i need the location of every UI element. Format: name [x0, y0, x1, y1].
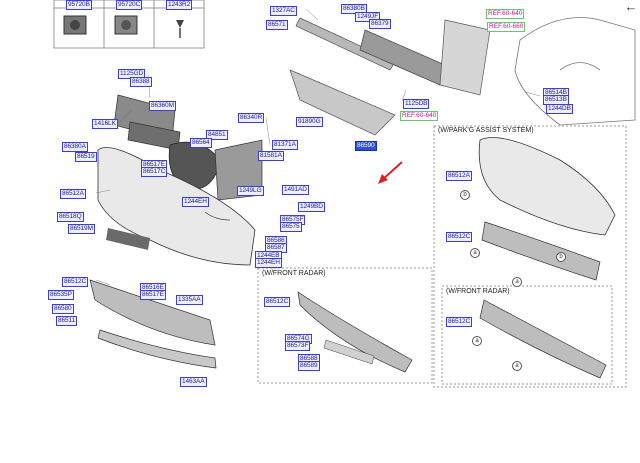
label-1463aa[interactable]: 1463AA [180, 377, 207, 387]
table-label-95720c[interactable]: 95720C [116, 0, 143, 10]
section-title-parking-assist: (W/PARK'G ASSIST SYSTEM) [438, 127, 534, 134]
ref-60-640-b[interactable]: REF.60-640 [400, 111, 439, 121]
parts-diagram [53, 0, 636, 388]
label-86511[interactable]: 86511 [56, 316, 78, 326]
marker-b-1: b [460, 190, 470, 200]
label-86379[interactable]: 86379 [369, 19, 391, 29]
right-label-86512c-2[interactable]: 86512C [446, 317, 473, 327]
marker-a-2: a [512, 277, 522, 287]
table-label-95720b[interactable]: 95720B [66, 0, 92, 10]
label-86380a[interactable]: 86380A [62, 142, 88, 152]
label-1244db[interactable]: 1244DB [546, 104, 573, 114]
label-1244eh[interactable]: 1244EH [182, 197, 209, 207]
label-86360m[interactable]: 86360M [149, 101, 176, 111]
label-86388[interactable]: 86388 [130, 77, 152, 87]
ref-60-640[interactable]: REF.60-640 [486, 9, 525, 19]
label-81371a[interactable]: 81371A [272, 140, 298, 150]
mid-label-86589[interactable]: 86589 [298, 361, 320, 371]
marker-a-4: a [512, 361, 522, 371]
label-86519[interactable]: 86519 [75, 152, 97, 162]
label-86517c[interactable]: 86517C [141, 167, 168, 177]
label-86535p[interactable]: 86535P [48, 290, 74, 300]
label-1249bd[interactable]: 1249BD [298, 202, 325, 212]
label-86571[interactable]: 86571 [266, 20, 288, 30]
label-86590-highlighted[interactable]: 86590 [355, 141, 377, 151]
label-86517e-2[interactable]: 86517E [140, 290, 166, 300]
right-label-86512c[interactable]: 86512C [446, 232, 473, 242]
label-86518q[interactable]: 86518Q [57, 212, 84, 222]
section-title-front-radar-1: (W/FRONT RADAR) [262, 270, 326, 277]
mid-label-86512c[interactable]: 86512C [264, 297, 291, 307]
right-bumper-cover [478, 137, 616, 379]
label-86580[interactable]: 86580 [52, 304, 74, 314]
fender-outline [514, 17, 636, 126]
section-title-front-radar-2: (W/FRONT RADAR) [446, 288, 510, 295]
label-86575[interactable]: 86575 [280, 222, 302, 232]
label-1249lg[interactable]: 1249LG [237, 186, 264, 196]
label-91890g[interactable]: 91890G [296, 117, 323, 127]
mid-label-86573f[interactable]: 86573F [285, 341, 311, 351]
highlight-arrow [378, 161, 403, 184]
label-86519m[interactable]: 86519M [68, 224, 95, 234]
label-86340r[interactable]: 86340R [238, 113, 265, 123]
label-1491ad[interactable]: 1491AD [282, 185, 309, 195]
label-1416lk[interactable]: 1416LK [92, 119, 118, 129]
label-86512c[interactable]: 86512C [62, 277, 89, 287]
label-1335aa[interactable]: 1335AA [176, 295, 203, 305]
label-1244eh-2[interactable]: 1244EH [255, 258, 282, 268]
fastener-icons [63, 15, 184, 38]
label-86564[interactable]: 86564 [190, 138, 212, 148]
label-81581a[interactable]: 81581A [258, 151, 284, 161]
table-label-1243r2[interactable]: 1243R2 [166, 0, 193, 10]
label-1125db[interactable]: 1125DB [403, 99, 430, 109]
marker-a-3: a [472, 336, 482, 346]
label-86512a[interactable]: 86512A [60, 189, 86, 199]
label-1327ac[interactable]: 1327AC [270, 6, 297, 16]
back-arrow-icon[interactable]: ← [624, 0, 638, 14]
ref-60-660[interactable]: REF.60-660 [487, 22, 526, 32]
marker-a-1: a [470, 248, 480, 258]
right-label-86512a[interactable]: 86512A [446, 171, 472, 181]
marker-b-2: b [556, 252, 566, 262]
